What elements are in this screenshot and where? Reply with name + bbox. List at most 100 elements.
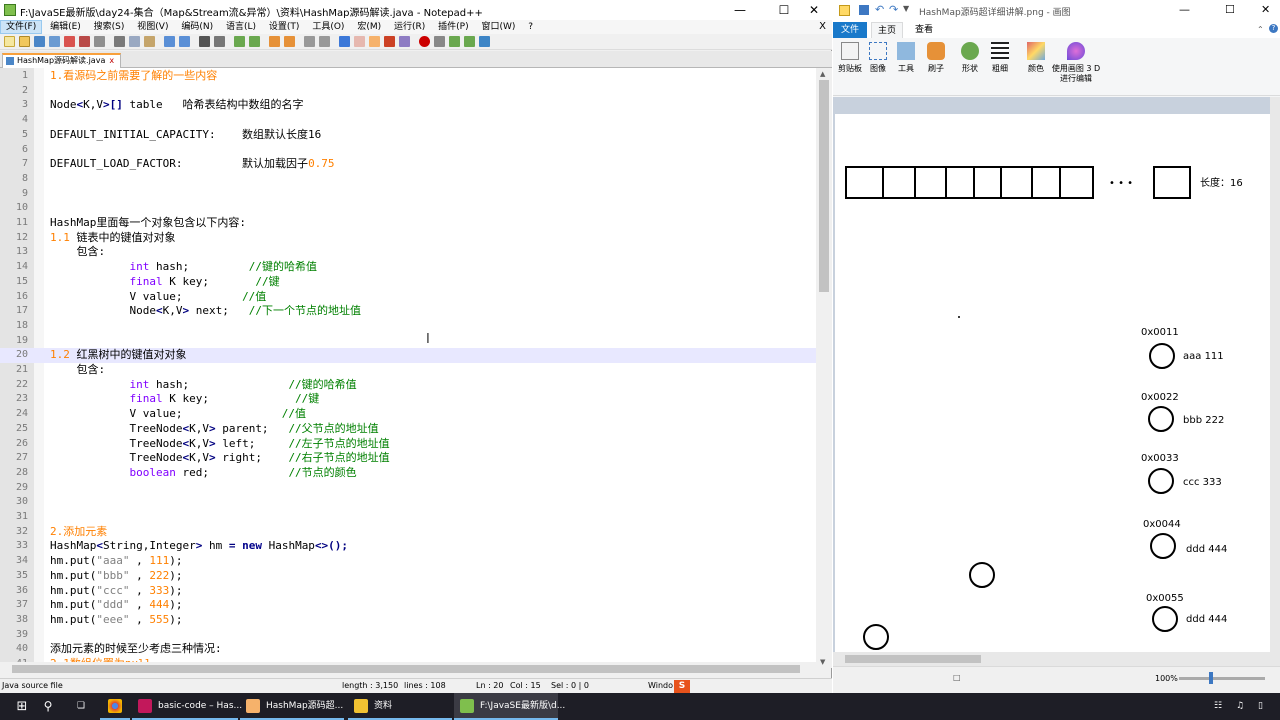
code-line[interactable]: 30 <box>0 495 816 510</box>
paint-title-bar[interactable]: ↶ ↷ ▼ HashMap源码超详细讲解.png - 画图 — ☐ ✕ <box>833 0 1280 22</box>
close-document-icon[interactable]: X <box>819 21 826 32</box>
code-line[interactable]: 1 1.看源码之前需要了解的一些内容 <box>0 69 816 84</box>
paint-tab-view[interactable]: 查看 <box>915 22 933 38</box>
save-macro-icon[interactable] <box>479 36 490 47</box>
scroll-down-icon[interactable]: ▼ <box>820 658 825 666</box>
code-line[interactable]: 17 Node<K,V> next; //下一个节点的地址值 <box>0 304 816 319</box>
paint-horizontal-scrollbar[interactable] <box>833 652 1280 666</box>
new-file-icon[interactable] <box>4 36 15 47</box>
code-line[interactable]: 19 <box>0 334 816 349</box>
code-line[interactable]: 24 V value; //值 <box>0 407 816 422</box>
code-line[interactable]: 20 1.2 红黑树中的键值对对象 <box>0 348 816 363</box>
code-line[interactable]: 25 TreeNode<K,V> parent; //父节点的地址值 <box>0 422 816 437</box>
code-line[interactable]: 29 <box>0 481 816 496</box>
paint-tab-file[interactable]: 文件 <box>833 22 867 38</box>
editor-vertical-scrollbar[interactable]: ▲ ▼ <box>816 68 832 668</box>
folder-workspace-icon[interactable] <box>384 36 395 47</box>
sync-scroll-icon[interactable] <box>269 36 280 47</box>
windows-start-icon[interactable]: ⊞ <box>10 693 34 720</box>
zoom-slider[interactable] <box>1179 677 1265 680</box>
sogou-ime-icon[interactable]: S <box>674 680 690 693</box>
menu-help[interactable]: ? <box>523 20 538 34</box>
ribbon-colors[interactable]: 颜色 <box>1021 42 1051 74</box>
code-line[interactable]: 37 hm.put("ddd" , 444); <box>0 598 816 613</box>
code-line[interactable]: 34 hm.put("aaa" , 111); <box>0 554 816 569</box>
code-line[interactable]: 2 <box>0 84 816 99</box>
paint-h-scroll-thumb[interactable] <box>845 655 981 663</box>
find-icon[interactable] <box>199 36 210 47</box>
scroll-thumb[interactable] <box>819 80 829 292</box>
task-paint[interactable]: HashMap源码超... <box>240 693 344 720</box>
notification-icon[interactable]: ▯ <box>1258 693 1272 720</box>
task-notepadpp[interactable]: F:\JavaSE最新版\d... <box>454 693 565 720</box>
code-line[interactable]: 36 hm.put("ccc" , 333); <box>0 584 816 599</box>
menu-file[interactable]: 文件(F) <box>0 20 43 34</box>
code-line[interactable]: 22 int hash; //键的哈希值 <box>0 378 816 393</box>
function-list-icon[interactable] <box>369 36 380 47</box>
menu-macro[interactable]: 宏(M) <box>352 20 386 34</box>
menu-window[interactable]: 窗口(W) <box>476 20 520 34</box>
paint-vertical-scrollbar[interactable] <box>1270 97 1280 652</box>
ribbon-image[interactable]: 图像 <box>863 42 893 74</box>
sync-h-scroll-icon[interactable] <box>284 36 295 47</box>
network-icon[interactable]: ☷ <box>1214 693 1226 720</box>
help-icon[interactable]: ? <box>1269 24 1278 33</box>
code-editor[interactable]: 1 1.看源码之前需要了解的一些内容 2 3 Node<K,V>[] table 哈希表… <box>0 68 816 668</box>
volume-icon[interactable]: ♫ <box>1236 693 1248 720</box>
undo-icon[interactable]: ↶ <box>875 3 884 16</box>
code-line[interactable]: 26 TreeNode<K,V> left; //左子节点的地址值 <box>0 437 816 452</box>
redo-icon[interactable] <box>179 36 190 47</box>
task-explorer[interactable]: 资料 <box>348 693 452 720</box>
indent-guide-icon[interactable] <box>339 36 350 47</box>
scroll-up-icon[interactable]: ▲ <box>820 70 825 78</box>
code-line[interactable]: 23 final K key; //键 <box>0 392 816 407</box>
ribbon-shapes[interactable]: 形状 <box>955 42 985 74</box>
menu-language[interactable]: 语言(L) <box>221 20 261 34</box>
code-line[interactable]: 13 包含: <box>0 245 816 260</box>
h-scroll-thumb[interactable] <box>12 665 800 673</box>
code-line[interactable]: 18 <box>0 319 816 334</box>
code-line[interactable]: 8 <box>0 172 816 187</box>
code-line[interactable]: 32 2.添加元素 <box>0 525 816 540</box>
close-file-icon[interactable] <box>64 36 75 47</box>
stop-macro-icon[interactable] <box>434 36 445 47</box>
close-icon[interactable]: ✕ <box>796 0 832 20</box>
redo-icon[interactable]: ↷ <box>889 3 898 16</box>
ribbon-paint3d[interactable]: 使用画图 3 D 进行编辑 <box>1051 42 1101 84</box>
play-macro-icon[interactable] <box>449 36 460 47</box>
code-line[interactable]: 5 DEFAULT_INITIAL_CAPACITY: 数组默认长度16 <box>0 128 816 143</box>
ribbon-tools[interactable]: 工具 <box>891 42 921 74</box>
menu-run[interactable]: 运行(R) <box>389 20 430 34</box>
record-macro-icon[interactable] <box>419 36 430 47</box>
menu-plugins[interactable]: 插件(P) <box>433 20 473 34</box>
close-all-icon[interactable] <box>79 36 90 47</box>
task-view-icon[interactable]: ❏ <box>66 693 96 720</box>
monitoring-icon[interactable] <box>399 36 410 47</box>
replace-icon[interactable] <box>214 36 225 47</box>
menu-encoding[interactable]: 编码(N) <box>176 20 218 34</box>
paint-maximize-icon[interactable]: ☐ <box>1225 3 1235 16</box>
quick-save-icon[interactable] <box>859 5 869 15</box>
code-line[interactable]: 10 <box>0 201 816 216</box>
menu-tools[interactable]: 工具(O) <box>307 20 349 34</box>
customize-quick-access-icon[interactable]: ▼ <box>903 4 909 13</box>
code-line[interactable]: 28 boolean red; //节点的颜色 <box>0 466 816 481</box>
task-intellij[interactable]: basic-code – Has... <box>132 693 242 720</box>
code-line[interactable]: 9 <box>0 187 816 202</box>
search-icon[interactable]: ⚲ <box>38 693 58 720</box>
code-line[interactable]: 11 HashMap里面每一个对象包含以下内容: <box>0 216 816 231</box>
run-macro-multiple-icon[interactable] <box>464 36 475 47</box>
collapse-ribbon-icon[interactable]: ⌃ <box>1257 25 1264 34</box>
code-line[interactable]: 39 <box>0 628 816 643</box>
menu-view[interactable]: 视图(V) <box>132 20 173 34</box>
ribbon-size[interactable]: 粗细 <box>985 42 1015 74</box>
code-line[interactable]: 15 final K key; //键 <box>0 275 816 290</box>
code-line[interactable]: 35 hm.put("bbb" , 222); <box>0 569 816 584</box>
minimize-icon[interactable]: — <box>722 0 758 20</box>
code-line[interactable]: 33 HashMap<String,Integer> hm = new HashM… <box>0 539 816 554</box>
save-all-icon[interactable] <box>49 36 60 47</box>
zoom-in-icon[interactable] <box>234 36 245 47</box>
show-all-chars-icon[interactable] <box>319 36 330 47</box>
chrome-taskbar-icon[interactable] <box>100 693 130 720</box>
menu-settings[interactable]: 设置(T) <box>264 20 305 34</box>
